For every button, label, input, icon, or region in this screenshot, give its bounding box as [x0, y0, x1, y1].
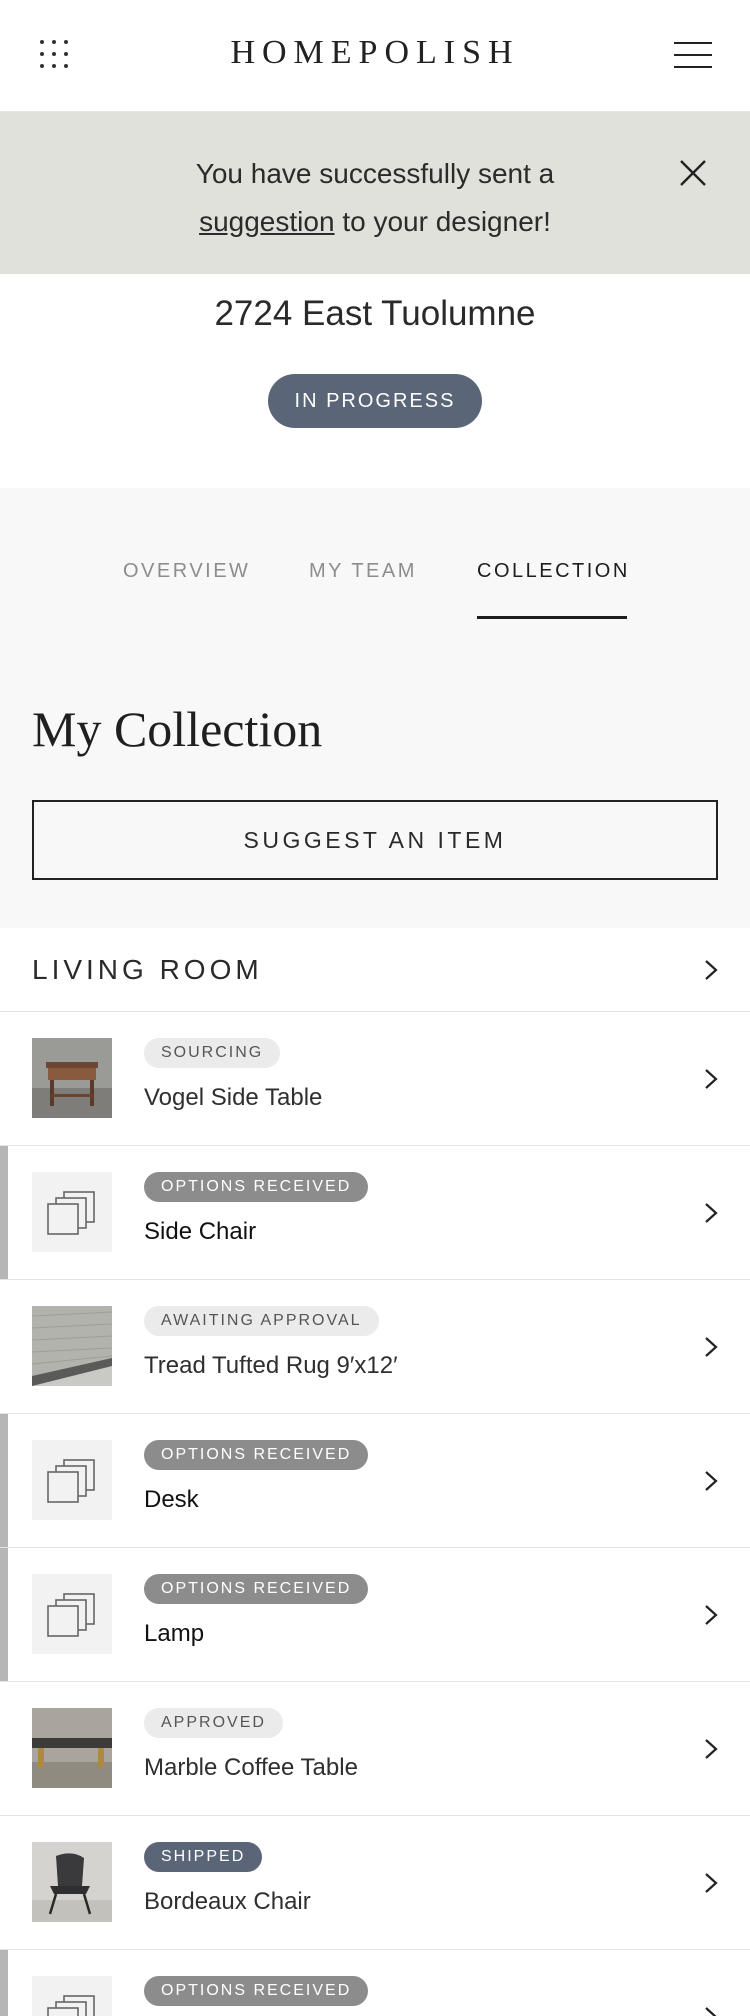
- list-item[interactable]: SHIPPED Bordeaux Chair: [0, 1816, 750, 1950]
- list-item[interactable]: APPROVED Marble Coffee Table: [0, 1682, 750, 1816]
- side-table-photo: [32, 1038, 112, 1118]
- stacked-squares-icon: [32, 1976, 112, 2016]
- chevron-right-icon: [705, 1873, 718, 1893]
- coffee-table-photo: [32, 1708, 112, 1788]
- suggestion-link[interactable]: suggestion: [199, 206, 334, 237]
- list-item[interactable]: SOURCING Vogel Side Table: [0, 1012, 750, 1146]
- status-badge: APPROVED: [144, 1708, 283, 1738]
- chair-photo: [32, 1842, 112, 1922]
- banner-text-before: You have successfully sent a: [195, 158, 555, 189]
- item-name: Marble Coffee Table: [144, 1754, 358, 1781]
- active-tab-indicator: [477, 616, 627, 619]
- status-badge: SHIPPED: [144, 1842, 263, 1872]
- list-item[interactable]: OPTIONS RECEIVED Side Chair: [0, 1146, 750, 1280]
- item-name: Desk: [144, 1486, 199, 1513]
- stacked-squares-icon: [32, 1440, 112, 1520]
- brand-logo[interactable]: HOMEPOLISH: [0, 34, 750, 72]
- chevron-right-icon: [705, 2007, 717, 2016]
- item-name: Vogel Side Table: [144, 1084, 323, 1111]
- project-status-badge: IN PROGRESS: [268, 374, 482, 428]
- project-title: 2724 East Tuolumne: [214, 294, 536, 333]
- room-section-living-room[interactable]: LIVING ROOM: [0, 928, 750, 1012]
- banner-text-after: to your designer!: [342, 206, 551, 237]
- item-name: Bordeaux Chair: [144, 1888, 311, 1915]
- status-badge: OPTIONS RECEIVED: [144, 1440, 369, 1470]
- tab-overview[interactable]: OVERVIEW: [123, 560, 250, 583]
- status-badge: OPTIONS RECEIVED: [144, 1574, 369, 1604]
- item-name: Side Chair: [144, 1218, 257, 1245]
- chevron-right-icon: [705, 1605, 718, 1625]
- chevron-right-icon: [705, 1337, 718, 1357]
- status-badge: SOURCING: [144, 1038, 281, 1068]
- status-badge: AWAITING APPROVAL: [144, 1306, 379, 1336]
- banner-message: You have successfully sent a suggestion …: [90, 150, 660, 246]
- list-item[interactable]: OPTIONS RECEIVED: [0, 1950, 750, 2016]
- list-item[interactable]: OPTIONS RECEIVED Desk: [0, 1414, 750, 1548]
- item-name: Tread Tufted Rug 9′x12′: [144, 1352, 398, 1379]
- chevron-right-icon: [705, 1471, 718, 1491]
- chevron-right-icon: [705, 960, 718, 980]
- item-name: Lamp: [144, 1620, 205, 1647]
- hamburger-menu-icon[interactable]: [674, 42, 712, 70]
- chevron-right-icon: [705, 1069, 718, 1089]
- close-icon[interactable]: [676, 156, 710, 190]
- room-label: LIVING ROOM: [32, 954, 263, 985]
- list-item[interactable]: OPTIONS RECEIVED Lamp: [0, 1548, 750, 1682]
- chevron-right-icon: [705, 1203, 718, 1223]
- tab-my-team[interactable]: MY TEAM: [309, 560, 417, 583]
- collection-item-list: SOURCING Vogel Side Table OPTIONS RECEIV…: [0, 1012, 750, 2016]
- tab-collection[interactable]: COLLECTION: [477, 560, 630, 583]
- stacked-squares-icon: [32, 1574, 112, 1654]
- list-item[interactable]: AWAITING APPROVAL Tread Tufted Rug 9′x12…: [0, 1280, 750, 1414]
- chevron-right-icon: [705, 1739, 718, 1759]
- suggest-item-button[interactable]: SUGGEST AN ITEM: [32, 800, 718, 880]
- collection-heading: My Collection: [32, 701, 323, 757]
- status-badge: OPTIONS RECEIVED: [144, 1976, 369, 2006]
- status-badge: OPTIONS RECEIVED: [144, 1172, 369, 1202]
- stacked-squares-icon: [32, 1172, 112, 1252]
- rug-photo: [32, 1306, 112, 1386]
- success-banner: You have successfully sent a suggestion …: [0, 112, 750, 274]
- app-header: HOMEPOLISH: [0, 0, 750, 112]
